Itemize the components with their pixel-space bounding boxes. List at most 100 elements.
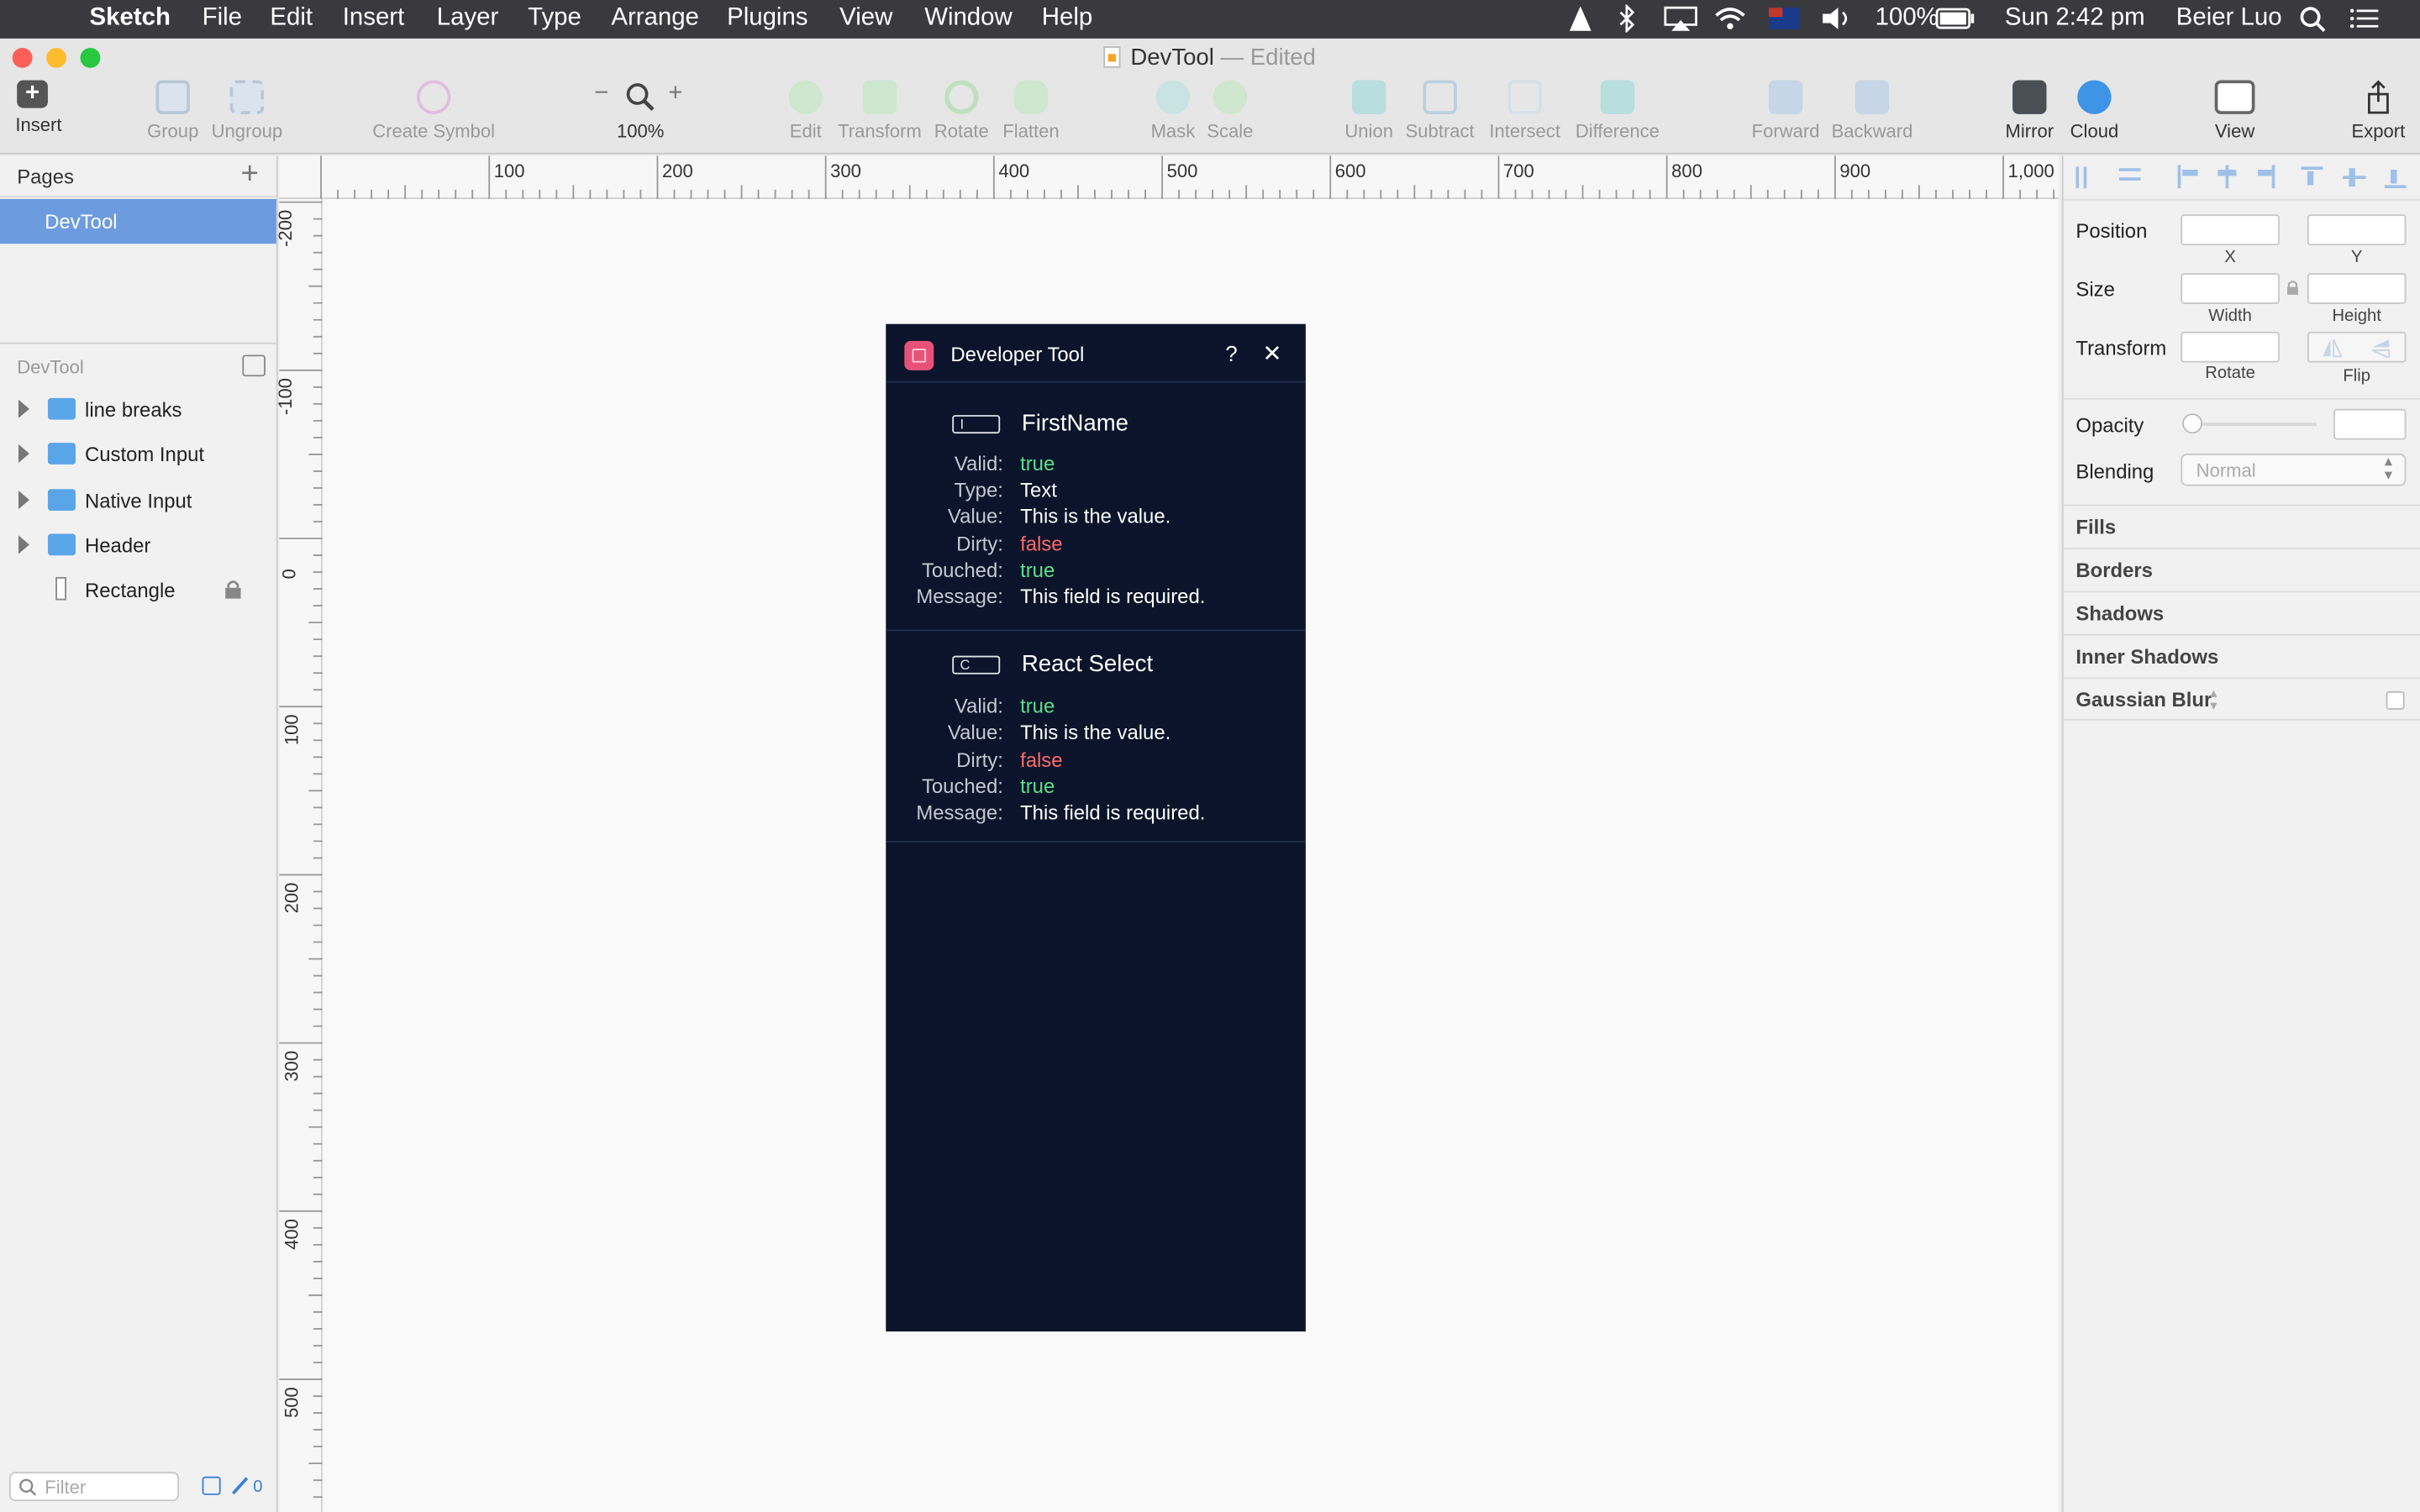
shadows-section[interactable]: Shadows bbox=[2063, 591, 2420, 633]
rotate-button[interactable]: Rotate bbox=[934, 80, 989, 142]
menu-type[interactable]: Type bbox=[528, 5, 581, 33]
width-label: Width bbox=[2208, 307, 2252, 326]
layer-filter-input[interactable]: Filter bbox=[9, 1472, 180, 1502]
gaussian-blur-checkbox[interactable] bbox=[2386, 690, 2405, 710]
menu-arrange[interactable]: Arrange bbox=[611, 5, 699, 33]
scale-button[interactable]: Scale bbox=[1205, 80, 1255, 142]
developer-tool-logo-icon bbox=[904, 340, 934, 370]
plus-icon: + bbox=[17, 80, 48, 108]
search-icon bbox=[19, 1478, 37, 1496]
union-button[interactable]: Union bbox=[1341, 80, 1397, 142]
opacity-slider-knob[interactable] bbox=[2182, 413, 2203, 434]
battery-percent[interactable]: 100% bbox=[1876, 5, 1939, 33]
layer-item[interactable]: Custom Input bbox=[0, 432, 276, 476]
disclosure-triangle-icon[interactable] bbox=[18, 399, 29, 418]
spotlight-search-icon[interactable] bbox=[2300, 6, 2326, 33]
height-input[interactable] bbox=[2307, 273, 2407, 304]
airplay-icon[interactable] bbox=[1664, 6, 1697, 32]
fills-section-title: Fills bbox=[2075, 515, 2117, 539]
field-key: Valid: bbox=[954, 452, 1003, 475]
zoom-out-icon[interactable]: − bbox=[594, 81, 608, 108]
symbols-filter-icon[interactable] bbox=[202, 1476, 221, 1495]
notification-center-icon[interactable] bbox=[2349, 8, 2381, 31]
forward-button[interactable]: Forward bbox=[1750, 80, 1821, 142]
menu-view[interactable]: View bbox=[839, 5, 892, 33]
transform-button[interactable]: Transform bbox=[837, 80, 923, 142]
developer-tool-panel[interactable]: Developer Tool ? ✕ I FirstName Valid: tru… bbox=[886, 323, 1306, 1332]
flip-vertical-icon[interactable] bbox=[2370, 338, 2392, 359]
menu-user[interactable]: Beier Luo bbox=[2176, 5, 2282, 33]
blending-select[interactable]: Normal ▴ ▾ bbox=[2181, 453, 2407, 486]
layer-item[interactable]: Header bbox=[0, 523, 276, 568]
group-button[interactable]: Group bbox=[145, 80, 201, 142]
disclosure-triangle-icon[interactable] bbox=[18, 491, 29, 510]
opacity-input[interactable] bbox=[2333, 408, 2407, 440]
backward-button[interactable]: Backward bbox=[1830, 80, 1913, 142]
create-symbol-button[interactable]: Create Symbol bbox=[372, 80, 496, 142]
flatten-button[interactable]: Flatten bbox=[1000, 80, 1061, 142]
view-button[interactable]: View bbox=[2204, 80, 2265, 142]
menu-insert[interactable]: Insert bbox=[343, 5, 404, 33]
field-key: Touched: bbox=[921, 774, 1003, 798]
layer-label: Custom Input bbox=[85, 443, 205, 466]
layer-item[interactable]: Native Input bbox=[0, 478, 276, 522]
rotate-label: Rotate bbox=[2205, 364, 2255, 383]
inner-shadows-section[interactable]: Inner Shadows bbox=[2063, 633, 2420, 677]
menu-app-name[interactable]: Sketch bbox=[90, 5, 171, 33]
insert-button[interactable]: + Insert bbox=[13, 80, 65, 136]
menu-layer[interactable]: Layer bbox=[437, 5, 499, 33]
export-button[interactable]: Export bbox=[2346, 80, 2411, 142]
wifi-icon[interactable] bbox=[1713, 5, 1747, 33]
blur-type-chevron-icon[interactable]: ▴ ▾ bbox=[2210, 685, 2217, 711]
subtract-button[interactable]: Subtract bbox=[1403, 80, 1477, 142]
layer-item[interactable]: Rectangle bbox=[0, 568, 276, 612]
battery-icon[interactable] bbox=[1935, 8, 1975, 29]
menu-window[interactable]: Window bbox=[924, 5, 1013, 33]
opacity-slider-track[interactable] bbox=[2186, 423, 2317, 426]
width-input[interactable] bbox=[2181, 273, 2280, 304]
menu-clock[interactable]: Sun 2:42 pm bbox=[2005, 5, 2145, 33]
input-source-flag-icon[interactable] bbox=[1768, 8, 1800, 29]
lock-icon[interactable] bbox=[224, 579, 242, 601]
help-icon[interactable]: ? bbox=[1225, 341, 1237, 365]
gaussian-blur-section[interactable]: Gaussian Blur ▴ ▾ bbox=[2063, 677, 2420, 721]
bluetooth-icon[interactable] bbox=[1618, 4, 1636, 33]
collapse-layers-icon[interactable] bbox=[242, 354, 266, 377]
close-icon[interactable]: ✕ bbox=[1262, 339, 1281, 367]
position-x-input[interactable] bbox=[2181, 214, 2280, 246]
volume-icon[interactable] bbox=[1821, 6, 1854, 30]
menu-edit[interactable]: Edit bbox=[270, 5, 313, 33]
fills-section[interactable]: Fills bbox=[2063, 504, 2420, 548]
disclosure-triangle-icon[interactable] bbox=[18, 535, 29, 554]
flip-horizontal-icon[interactable] bbox=[2321, 338, 2343, 358]
mirror-button[interactable]: Mirror bbox=[2000, 80, 2059, 142]
mask-button[interactable]: Mask bbox=[1149, 80, 1198, 142]
vlc-icon[interactable] bbox=[1566, 5, 1594, 33]
difference-button[interactable]: Difference bbox=[1573, 80, 1663, 142]
page-item-devtool[interactable]: DevTool bbox=[0, 198, 276, 244]
pencil-icon[interactable] bbox=[230, 1475, 250, 1497]
add-page-icon[interactable]: + bbox=[241, 157, 259, 192]
gaussian-blur-section-title: Gaussian Blur bbox=[2075, 688, 2212, 711]
borders-section[interactable]: Borders bbox=[2063, 548, 2420, 591]
menu-plugins[interactable]: Plugins bbox=[727, 5, 808, 33]
field-row: Dirty: false bbox=[886, 533, 1306, 557]
pages-header: Pages + bbox=[0, 156, 276, 198]
zoom-in-icon[interactable]: + bbox=[668, 81, 682, 108]
ungroup-button[interactable]: Ungroup bbox=[212, 80, 282, 142]
borders-section-title: Borders bbox=[2075, 558, 2153, 582]
disclosure-triangle-icon[interactable] bbox=[18, 444, 29, 464]
position-y-input[interactable] bbox=[2307, 214, 2407, 246]
intersect-button[interactable]: Intersect bbox=[1486, 80, 1564, 142]
zoom-level[interactable]: 100% bbox=[617, 120, 664, 142]
edit-button[interactable]: Edit bbox=[784, 80, 827, 142]
mirror-label: Mirror bbox=[2005, 120, 2054, 142]
layer-item[interactable]: line breaks bbox=[0, 387, 276, 432]
field-row: Message: This field is required. bbox=[886, 801, 1306, 825]
cloud-icon bbox=[2077, 80, 2112, 114]
constrain-proportions-lock-icon[interactable] bbox=[2286, 279, 2300, 296]
menu-file[interactable]: File bbox=[203, 5, 242, 33]
rotate-input[interactable] bbox=[2181, 331, 2280, 363]
menu-help[interactable]: Help bbox=[1042, 5, 1092, 33]
cloud-button[interactable]: Cloud bbox=[2065, 80, 2124, 142]
